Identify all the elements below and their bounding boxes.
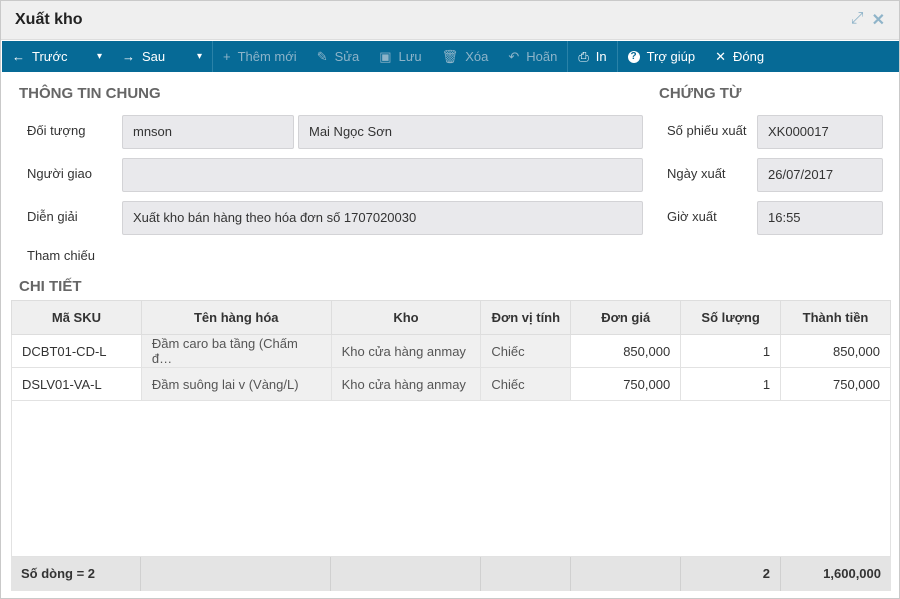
toolbar-label: In [595,49,607,64]
table-cell[interactable]: 750,000 [570,367,682,401]
print-icon: ⎙ [578,48,589,64]
toolbar-label: Trước [32,49,68,64]
table-cell[interactable]: Kho cửa hàng anmay [330,334,482,368]
toolbar-button-7[interactable]: ⎙ In [568,41,616,72]
nguoi-giao-input[interactable] [122,158,643,192]
detail-table: Mã SKU Tên hàng hóa Kho Đơn vị tính Đơn giá S… [11,300,891,401]
table-cell[interactable]: DCBT01-CD-L [11,334,142,368]
close-icon: ✕ [715,48,726,64]
column-header[interactable]: Mã SKU [11,300,142,335]
column-header[interactable]: Số lượng [680,300,782,335]
column-header[interactable]: Kho [330,300,482,335]
help-icon: ? [627,50,640,63]
tham-chieu-label: Tham chiếu [27,248,95,263]
window-title: Xuất kho [15,11,83,28]
table-cell[interactable]: DSLV01-VA-L [11,367,142,401]
toolbar-button-5[interactable]: 🗑 Xóa [432,41,499,72]
toolbar-button-8[interactable]: ? Trợ giúp [618,41,706,72]
table-cell[interactable]: Chiếc [480,367,572,401]
column-header[interactable]: Thành tiền [780,300,891,335]
so-phieu-input[interactable]: XK000017 [757,115,883,149]
detail-heading: CHI TIẾT [19,278,82,295]
total-amount: 1,600,000 [823,566,881,581]
toolbar-button-9[interactable]: ✕ Đóng [705,41,774,72]
doi-tuong-name-input[interactable]: Mai Ngọc Sơn [298,115,643,149]
table-cell[interactable]: 1 [680,367,782,401]
toolbar-button-1[interactable]: → Sau ▾ [112,41,212,72]
column-header[interactable]: Tên hàng hóa [140,300,332,335]
table-cell[interactable]: 850,000 [780,334,891,368]
dien-giai-label: Diễn giải [27,209,78,224]
table-cell[interactable]: Đầm caro ba tầng (Chấm đ… [140,334,332,368]
maximize-icon[interactable]: ⤢ [851,10,864,30]
toolbar-label: Thêm mới [237,49,297,64]
table-cell[interactable]: 750,000 [780,367,891,401]
so-phieu-label: Số phiếu xuất [667,123,747,138]
ngay-label: Ngày xuất [667,166,726,181]
toolbar-button-4[interactable]: ▣ Lưu [369,41,431,72]
toolbar-button-3[interactable]: ✎ Sửa [307,41,370,72]
ngay-input[interactable]: 26/07/2017 [757,158,883,192]
gio-input[interactable]: 16:55 [757,201,883,235]
caret-down-icon[interactable]: ▾ [97,51,102,62]
close-window-icon[interactable]: ✕ [872,10,885,30]
voucher-heading: CHỨNG TỪ [659,85,742,102]
gio-label: Giờ xuất [667,209,717,224]
doi-tuong-label: Đối tượng [27,123,86,138]
toolbar-button-6[interactable]: ↶ Hoãn [498,41,567,72]
nguoi-giao-label: Người giao [27,166,92,181]
undo-icon: ↶ [508,48,520,64]
table-cell[interactable]: 1 [680,334,782,368]
caret-down-icon[interactable]: ▾ [197,51,202,62]
save-icon: ▣ [379,48,392,64]
toolbar-label: Trợ giúp [646,49,696,64]
column-header[interactable]: Đơn giá [570,300,682,335]
doi-tuong-code-input[interactable]: mnson [122,115,294,149]
title-bar: Xuất kho ⤢ ✕ [1,1,899,40]
trash-icon: 🗑 [441,48,459,64]
dien-giai-input[interactable]: Xuất kho bán hàng theo hóa đơn số 170702… [122,201,643,235]
column-header[interactable]: Đơn vị tính [480,300,572,335]
table-cell[interactable]: Chiếc [480,334,572,368]
toolbar-label: Lưu [398,49,422,64]
general-heading: THÔNG TIN CHUNG [19,85,161,102]
toolbar: ← Trước ▾ → Sau ▾ + Thêm mới ✎ Sửa ▣ Lưu 🗑 Xóa ↶ Hoãn ⎙ I… [2,41,899,72]
table-cell[interactable]: 850,000 [570,334,682,368]
row-count: Số dòng = 2 [11,557,141,591]
plus-icon: + [223,49,231,64]
toolbar-label: Hoãn [526,49,558,64]
toolbar-label: Sau [142,49,166,64]
total-qty: 2 [681,557,781,591]
toolbar-button-0[interactable]: ← Trước ▾ [2,41,112,72]
table-row[interactable]: DSLV01-VA-L Đầm suông lai v (Vàng/L) Kho c… [11,367,891,401]
toolbar-label: Xóa [465,49,489,64]
table-cell[interactable]: Kho cửa hàng anmay [330,367,482,401]
pencil-icon: ✎ [316,48,328,64]
arrow-right-icon: → [122,49,135,64]
table-row[interactable]: DCBT01-CD-L Đầm caro ba tầng (Chấm đ… Kho … [11,334,891,368]
table-footer: Số dòng = 2 2 1,600,000 [11,557,891,591]
table-empty-area [11,401,891,557]
toolbar-label: Sửa [334,49,360,64]
toolbar-button-2[interactable]: + Thêm mới [213,41,307,72]
export-window: Xuất kho ⤢ ✕ ← Trước ▾ → Sau ▾ + Thêm mới ✎ Sửa ▣ L… [0,0,900,599]
arrow-left-icon: ← [12,49,25,64]
toolbar-label: Đóng [732,49,765,64]
table-cell[interactable]: Đầm suông lai v (Vàng/L) [140,367,332,401]
